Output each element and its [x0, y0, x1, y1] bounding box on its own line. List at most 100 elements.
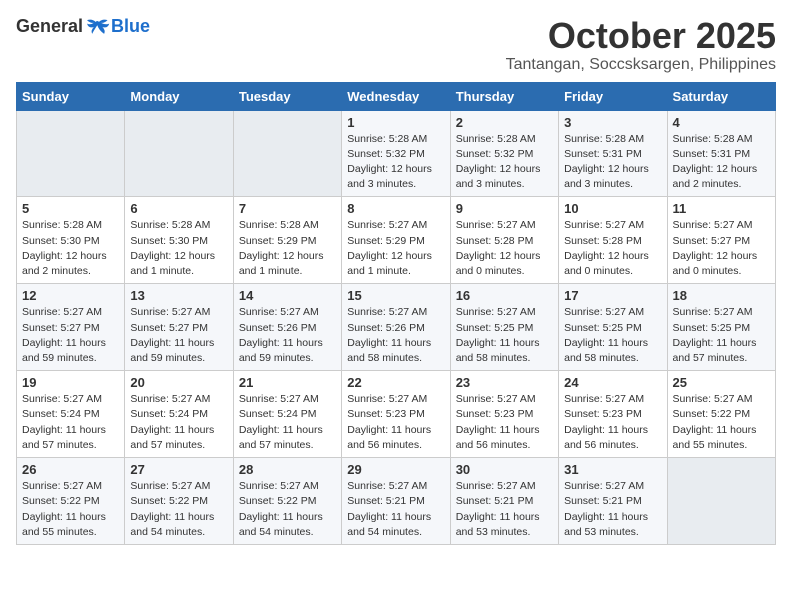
sunrise-text: Sunrise: 5:27 AM [564, 480, 644, 492]
weekday-header: Wednesday [342, 82, 450, 110]
day-info: Sunrise: 5:27 AMSunset: 5:25 PMDaylight:… [456, 305, 553, 366]
day-info: Sunrise: 5:27 AMSunset: 5:23 PMDaylight:… [456, 392, 553, 453]
daylight-text: Daylight: 11 hours and 53 minutes. [564, 511, 648, 538]
calendar-cell: 19Sunrise: 5:27 AMSunset: 5:24 PMDayligh… [17, 371, 125, 458]
daylight-text: Daylight: 12 hours and 0 minutes. [564, 250, 649, 277]
sunset-text: Sunset: 5:21 PM [564, 495, 642, 507]
logo-general-text: General [16, 16, 83, 37]
sunrise-text: Sunrise: 5:28 AM [564, 133, 644, 145]
sunset-text: Sunset: 5:28 PM [456, 235, 534, 247]
daylight-text: Daylight: 12 hours and 1 minute. [130, 250, 215, 277]
day-number: 27 [130, 462, 227, 477]
day-info: Sunrise: 5:27 AMSunset: 5:27 PMDaylight:… [130, 305, 227, 366]
sunrise-text: Sunrise: 5:27 AM [239, 393, 319, 405]
sunset-text: Sunset: 5:24 PM [130, 408, 208, 420]
sunrise-text: Sunrise: 5:27 AM [564, 219, 644, 231]
sunrise-text: Sunrise: 5:27 AM [673, 393, 753, 405]
sunrise-text: Sunrise: 5:27 AM [347, 480, 427, 492]
sunrise-text: Sunrise: 5:27 AM [564, 393, 644, 405]
day-info: Sunrise: 5:27 AMSunset: 5:22 PMDaylight:… [239, 479, 336, 540]
calendar-cell: 24 Sunrise: 5:27 AMSunset: 5:23 PMDayligh… [559, 371, 667, 458]
day-info: Sunrise: 5:27 AM Sunset: 5:26 PM Daylight:… [239, 305, 336, 366]
sunrise-text: Sunrise: 5:27 AM [239, 480, 319, 492]
day-number: 14 [239, 288, 336, 303]
daylight-text: Daylight: 12 hours and 2 minutes. [673, 163, 758, 190]
page-header: General Blue October 2025 Tantangan, Soc… [16, 16, 776, 74]
calendar-body: 1Sunrise: 5:28 AMSunset: 5:32 PMDaylight… [17, 110, 776, 544]
sunset-text: Sunset: 5:26 PM [239, 322, 317, 334]
daylight-text: Daylight: 11 hours and 54 minutes. [239, 511, 323, 538]
daylight-text: Daylight: 11 hours and 54 minutes. [130, 511, 214, 538]
sunrise-text: Sunrise: 5:27 AM [239, 306, 319, 318]
day-number: 12 [22, 288, 119, 303]
day-number: 23 [456, 375, 553, 390]
day-number: 19 [22, 375, 119, 390]
calendar-cell: 27Sunrise: 5:27 AMSunset: 5:22 PMDayligh… [125, 458, 233, 545]
day-info: Sunrise: 5:27 AMSunset: 5:27 PMDaylight:… [22, 305, 119, 366]
sunset-text: Sunset: 5:31 PM [673, 148, 751, 160]
day-number: 9 [456, 201, 553, 216]
calendar-cell: 4Sunrise: 5:28 AMSunset: 5:31 PMDaylight… [667, 110, 775, 197]
calendar-week-row: 19Sunrise: 5:27 AMSunset: 5:24 PMDayligh… [17, 371, 776, 458]
calendar-cell [125, 110, 233, 197]
sunset-text: Sunset: 5:27 PM [22, 322, 100, 334]
sunset-text: Sunset: 5:29 PM [239, 235, 317, 247]
logo-blue-text: Blue [111, 16, 150, 37]
sunrise-text: Sunrise: 5:27 AM [673, 306, 753, 318]
sunset-text: Sunset: 5:27 PM [673, 235, 751, 247]
daylight-text: Daylight: 12 hours and 3 minutes. [456, 163, 541, 190]
sunset-text: Sunset: 5:26 PM [347, 322, 425, 334]
day-info: Sunrise: 5:27 AM Sunset: 5:21 PM Daylight:… [564, 479, 661, 540]
day-number: 28 [239, 462, 336, 477]
calendar-cell: 20Sunrise: 5:27 AMSunset: 5:24 PMDayligh… [125, 371, 233, 458]
daylight-text: Daylight: 11 hours and 59 minutes. [22, 337, 106, 364]
title-block: October 2025 Tantangan, Soccsksargen, Ph… [506, 16, 776, 74]
calendar-cell: 22Sunrise: 5:27 AMSunset: 5:23 PMDayligh… [342, 371, 450, 458]
day-info: Sunrise: 5:27 AMSunset: 5:23 PMDaylight:… [564, 392, 661, 453]
calendar-cell [17, 110, 125, 197]
daylight-text: Daylight: 11 hours and 57 minutes. [673, 337, 757, 364]
daylight-text: Daylight: 11 hours and 55 minutes. [673, 424, 757, 451]
day-number: 10 [564, 201, 661, 216]
daylight-text: Daylight: 11 hours and 59 minutes. [239, 337, 323, 364]
day-info: Sunrise: 5:27 AMSunset: 5:22 PMDaylight:… [22, 479, 119, 540]
calendar-cell: 2Sunrise: 5:28 AMSunset: 5:32 PMDaylight… [450, 110, 558, 197]
calendar-cell [667, 458, 775, 545]
day-number: 21 [239, 375, 336, 390]
weekday-header: Friday [559, 82, 667, 110]
daylight-text: Daylight: 11 hours and 58 minutes. [347, 337, 431, 364]
day-info: Sunrise: 5:28 AMSunset: 5:31 PMDaylight:… [673, 132, 770, 193]
calendar-cell: 1Sunrise: 5:28 AMSunset: 5:32 PMDaylight… [342, 110, 450, 197]
calendar-cell: 12 Sunrise: 5:27 AMSunset: 5:27 PMDayligh… [17, 284, 125, 371]
daylight-text: Daylight: 11 hours and 54 minutes. [347, 511, 431, 538]
calendar-cell: 3Sunrise: 5:28 AMSunset: 5:31 PMDaylight… [559, 110, 667, 197]
day-number: 30 [456, 462, 553, 477]
daylight-text: Daylight: 12 hours and 1 minute. [239, 250, 324, 277]
sunset-text: Sunset: 5:22 PM [22, 495, 100, 507]
calendar-cell: 21 Sunrise: 5:27 AMSunset: 5:24 PMDayligh… [233, 371, 341, 458]
day-info: Sunrise: 5:27 AMSunset: 5:24 PMDaylight:… [239, 392, 336, 453]
sunrise-text: Sunrise: 5:27 AM [22, 480, 102, 492]
day-info: Sunrise: 5:27 AMSunset: 5:25 PMDaylight:… [673, 305, 770, 366]
sunrise-text: Sunrise: 5:28 AM [130, 219, 210, 231]
weekday-header: Thursday [450, 82, 558, 110]
daylight-text: Daylight: 11 hours and 57 minutes. [22, 424, 106, 451]
day-info: Sunrise: 5:28 AMSunset: 5:29 PMDaylight:… [239, 218, 336, 279]
calendar-week-row: 5Sunrise: 5:28 AMSunset: 5:30 PMDaylight… [17, 197, 776, 284]
weekday-header: Sunday [17, 82, 125, 110]
day-number: 26 [22, 462, 119, 477]
day-number: 24 [564, 375, 661, 390]
sunset-text: Sunset: 5:30 PM [22, 235, 100, 247]
day-info: Sunrise: 5:27 AM Sunset: 5:28 PM Daylight:… [564, 218, 661, 279]
calendar-cell: 6Sunrise: 5:28 AMSunset: 5:30 PMDaylight… [125, 197, 233, 284]
sunrise-text: Sunrise: 5:27 AM [347, 219, 427, 231]
sunset-text: Sunset: 5:29 PM [347, 235, 425, 247]
daylight-text: Daylight: 11 hours and 59 minutes. [130, 337, 214, 364]
calendar-cell: 29Sunrise: 5:27 AMSunset: 5:21 PMDayligh… [342, 458, 450, 545]
daylight-text: Daylight: 11 hours and 56 minutes. [347, 424, 431, 451]
sunrise-text: Sunrise: 5:27 AM [130, 480, 210, 492]
day-info: Sunrise: 5:27 AMSunset: 5:29 PMDaylight:… [347, 218, 444, 279]
day-number: 17 [564, 288, 661, 303]
sunset-text: Sunset: 5:28 PM [564, 235, 642, 247]
sunrise-text: Sunrise: 5:28 AM [22, 219, 102, 231]
